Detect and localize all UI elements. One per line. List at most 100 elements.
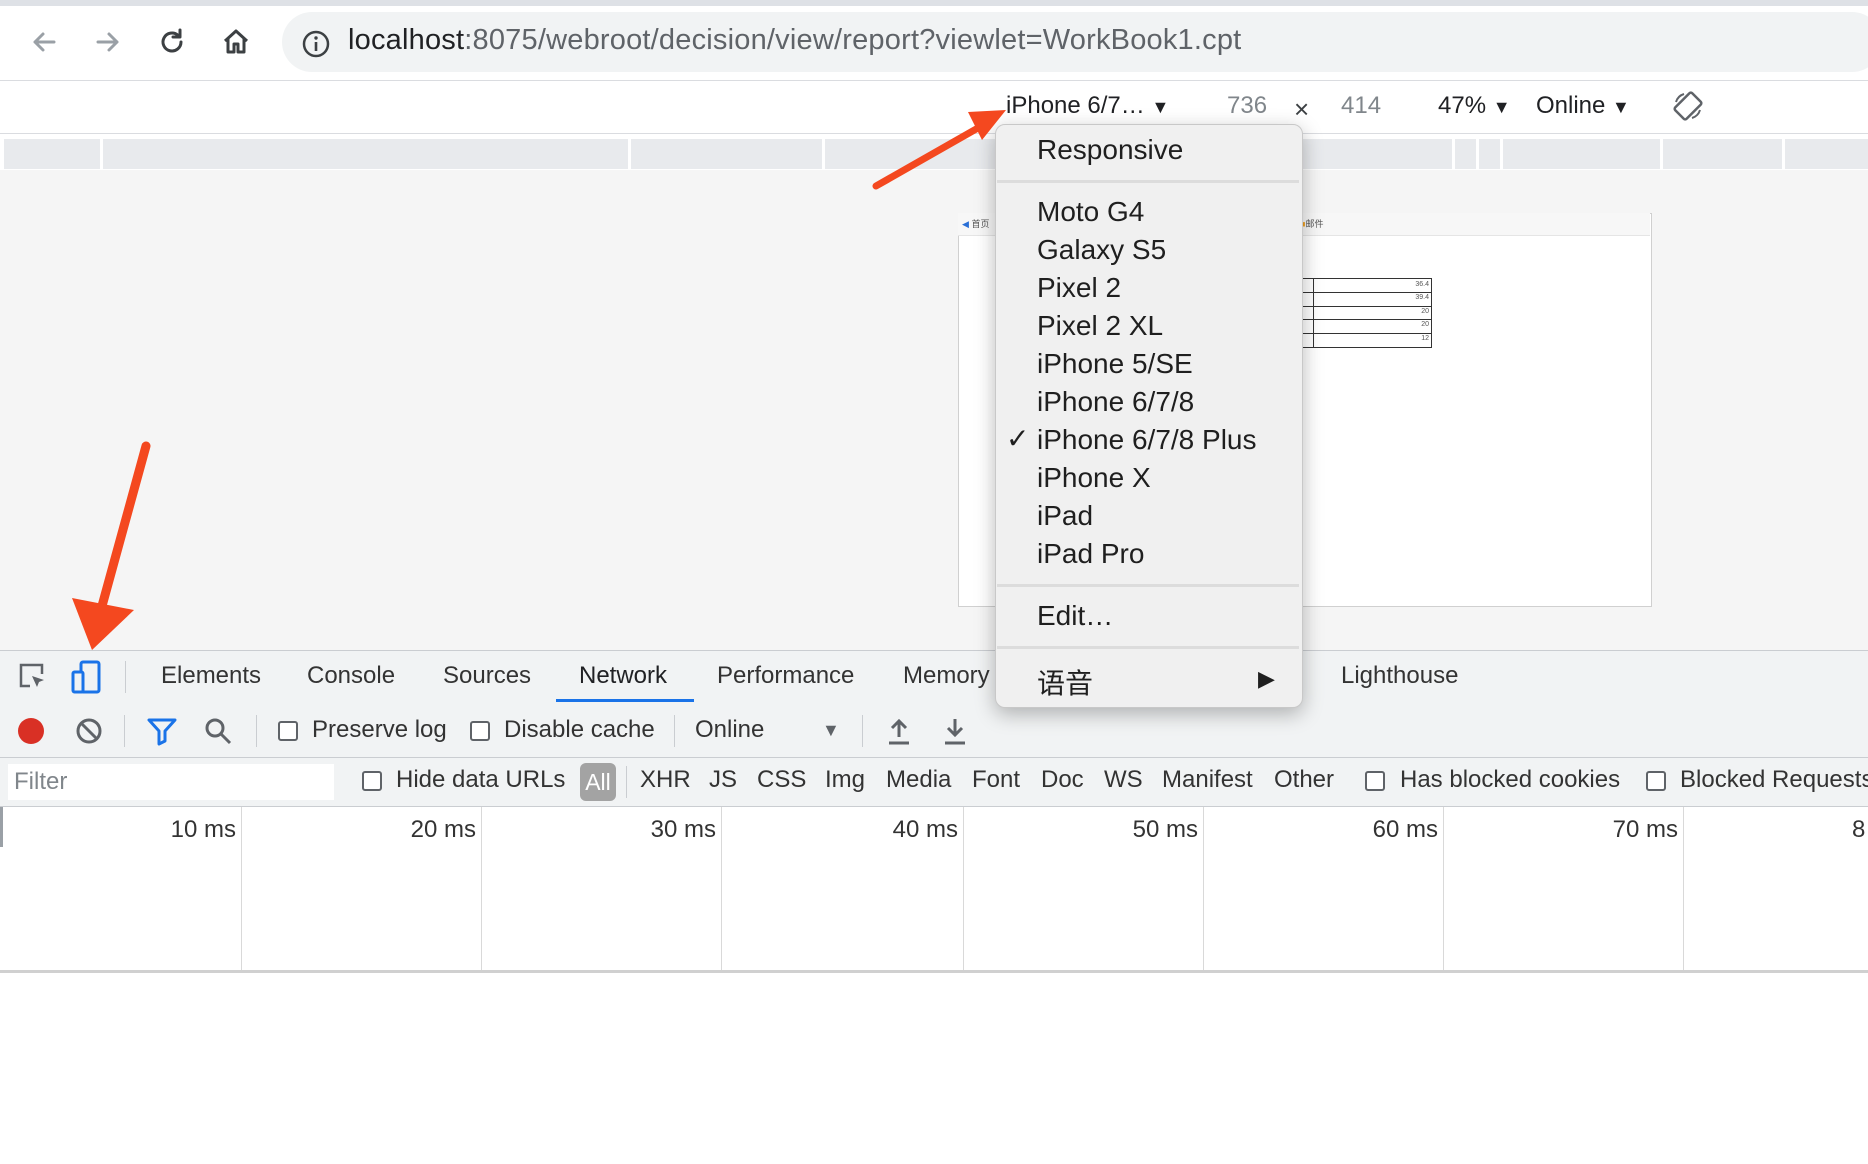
preview-home-label: 首页 [971, 219, 990, 229]
device-mode-icon [71, 660, 101, 694]
menu-item-iphone-x[interactable]: iPhone X [1037, 462, 1151, 494]
timeline-label: 10 ms [170, 816, 236, 843]
blocked-requests-label: Blocked Requests [1680, 766, 1868, 793]
tab-performance[interactable]: Performance [717, 662, 854, 690]
timeline-gridline [1443, 807, 1444, 970]
menu-item-galaxy-s5[interactable]: Galaxy S5 [1037, 234, 1166, 266]
tab-console[interactable]: Console [307, 662, 395, 690]
type-filter-media[interactable]: Media [886, 766, 951, 794]
ruler-divider [1476, 139, 1479, 169]
device-select-label: iPhone 6/7… [1006, 92, 1145, 119]
timeline-start-marker [0, 807, 3, 847]
tab-memory[interactable]: Memory [903, 662, 990, 690]
network-throttle-select[interactable]: Online ▼ [695, 716, 840, 744]
timeline-label: 50 ms [1132, 816, 1198, 843]
filter-separator [626, 766, 627, 798]
menu-item-iphone-5-se[interactable]: iPhone 5/SE [1037, 348, 1193, 380]
timeline-gridline [241, 807, 242, 970]
menu-item-iphone-6-7-8[interactable]: iPhone 6/7/8 [1037, 386, 1194, 418]
preview-home-link[interactable]: ◀ 首页 [962, 217, 989, 230]
type-filter-other[interactable]: Other [1274, 766, 1334, 794]
preview-table: 36.4 39.4 20 20 12 [1302, 278, 1432, 348]
filter-toggle[interactable] [146, 716, 178, 746]
home-button[interactable] [216, 22, 256, 62]
menu-item-pixel-2[interactable]: Pixel 2 [1037, 272, 1121, 304]
tab-lighthouse[interactable]: Lighthouse [1341, 662, 1458, 690]
caret-down-icon: ▼ [1151, 97, 1170, 117]
reload-button[interactable] [152, 22, 192, 62]
preview-mail-link[interactable]: ■邮件 [1300, 217, 1323, 230]
menu-separator [997, 646, 1299, 649]
inspect-element-button[interactable] [16, 660, 50, 694]
rotate-button[interactable] [1672, 90, 1704, 122]
timeline-gridline [721, 807, 722, 970]
disable-cache-checkbox[interactable] [470, 721, 490, 741]
preview-cell: 20 [1421, 321, 1429, 328]
timeline-label: 60 ms [1372, 816, 1438, 843]
type-filter-js[interactable]: JS [709, 766, 737, 794]
tabbar-separator [125, 661, 126, 693]
menu-item-edit[interactable]: Edit… [1037, 600, 1113, 632]
viewport-height-input[interactable]: 414 [1341, 92, 1381, 120]
menu-item-responsive[interactable]: Responsive [1037, 134, 1183, 166]
toolbar-separator [256, 715, 257, 747]
ruler-divider [1500, 139, 1503, 169]
caret-down-icon: ▼ [822, 720, 840, 740]
has-blocked-cookies-checkbox[interactable] [1365, 771, 1385, 791]
type-filter-xhr[interactable]: XHR [640, 766, 691, 794]
zoom-label: 47% [1438, 92, 1487, 119]
blocked-requests-checkbox[interactable] [1646, 771, 1666, 791]
checkmark-icon: ✓ [1006, 423, 1030, 454]
type-filter-css[interactable]: CSS [757, 766, 806, 794]
tab-elements[interactable]: Elements [161, 662, 261, 690]
forward-button[interactable] [88, 22, 128, 62]
preserve-log-checkbox[interactable] [278, 721, 298, 741]
media-query-ruler[interactable] [4, 139, 1868, 169]
site-info-icon[interactable] [300, 28, 332, 60]
menu-item-ipad[interactable]: iPad [1037, 500, 1093, 532]
back-button[interactable] [24, 22, 64, 62]
reload-icon [161, 28, 183, 53]
menu-item-iphone-6-7-8-plus[interactable]: iPhone 6/7/8 Plus [1037, 424, 1257, 456]
device-toolbar-toggle[interactable] [68, 658, 106, 696]
arrow-right-icon [96, 32, 119, 52]
type-filter-all[interactable]: All [580, 763, 616, 801]
type-filter-img[interactable]: Img [825, 766, 865, 794]
menu-item-pixel-2-xl[interactable]: Pixel 2 XL [1037, 310, 1163, 342]
import-har-button[interactable] [884, 715, 914, 747]
preview-cell: 36.4 [1415, 281, 1429, 288]
url-host: localhost [348, 24, 465, 56]
tab-sources[interactable]: Sources [443, 662, 531, 690]
ruler-divider [100, 139, 103, 169]
caret-down-icon: ▼ [1492, 97, 1511, 117]
zoom-select[interactable]: 47% ▼ [1438, 92, 1511, 120]
url-path: :8075/webroot/decision/view/report?viewl… [464, 24, 1242, 56]
request-list[interactable] [0, 973, 1868, 1164]
filter-input[interactable] [8, 764, 334, 800]
viewport-width-input[interactable]: 736 [1227, 92, 1267, 120]
type-filter-ws[interactable]: WS [1104, 766, 1143, 794]
submenu-arrow-icon: ▶ [1258, 666, 1275, 691]
ruler-divider [1660, 139, 1663, 169]
type-filter-manifest[interactable]: Manifest [1162, 766, 1253, 794]
device-select[interactable]: iPhone 6/7… ▼ [1006, 92, 1169, 120]
download-icon [945, 719, 965, 745]
type-filter-font[interactable]: Font [972, 766, 1020, 794]
record-button[interactable] [18, 718, 44, 744]
hide-data-urls-checkbox[interactable] [362, 771, 382, 791]
timeline-label: 40 ms [892, 816, 958, 843]
type-filter-doc[interactable]: Doc [1041, 766, 1084, 794]
export-har-button[interactable] [940, 715, 970, 747]
caret-down-icon: ▼ [1612, 97, 1630, 117]
home-icon [223, 29, 249, 54]
hide-data-urls-label: Hide data URLs [396, 766, 566, 793]
tab-network[interactable]: Network [579, 662, 667, 690]
menu-item-ipad-pro[interactable]: iPad Pro [1037, 538, 1144, 570]
search-button[interactable] [203, 716, 233, 746]
clear-button[interactable] [74, 716, 104, 746]
throttle-select[interactable]: Online ▼ [1536, 92, 1630, 120]
tab-strip-edge [0, 0, 1868, 6]
menu-item-moto-g4[interactable]: Moto G4 [1037, 196, 1144, 228]
url-text[interactable]: localhost:8075/webroot/decision/view/rep… [348, 24, 1241, 57]
menu-item-language[interactable]: 语音 [1037, 662, 1093, 702]
